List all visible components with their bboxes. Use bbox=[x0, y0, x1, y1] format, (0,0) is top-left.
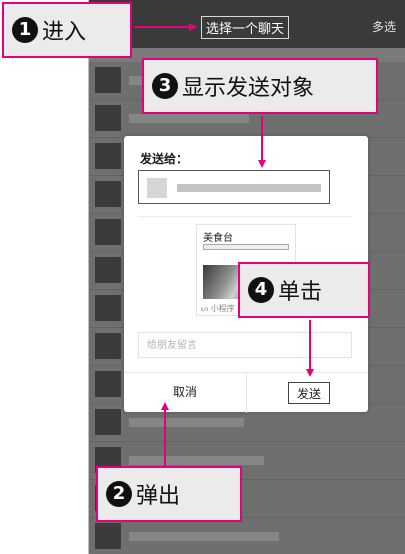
mini-program-icon: ᔕ bbox=[201, 304, 209, 313]
send-button[interactable]: 发送 bbox=[288, 382, 330, 404]
step-number: 4 bbox=[248, 277, 274, 303]
card-footer: ᔕ 小程序 bbox=[201, 303, 235, 314]
card-footer-label: 小程序 bbox=[210, 304, 235, 313]
cancel-button[interactable]: 取消 bbox=[124, 383, 246, 400]
step-number: 2 bbox=[106, 481, 132, 507]
top-bar: 选择一个聊天 多选 bbox=[89, 0, 405, 48]
chat-list-item[interactable] bbox=[89, 518, 405, 554]
avatar bbox=[95, 105, 121, 131]
chat-name bbox=[129, 418, 244, 427]
callout-step-4: 4 单击 bbox=[238, 262, 370, 318]
chat-name bbox=[129, 456, 264, 465]
dialog-buttons: 取消 发送 bbox=[124, 372, 368, 413]
card-title: 美食台 bbox=[203, 233, 233, 244]
recipient-avatar bbox=[147, 178, 167, 198]
avatar bbox=[95, 257, 121, 283]
avatar bbox=[95, 143, 121, 169]
message-input[interactable] bbox=[147, 338, 343, 353]
avatar bbox=[95, 371, 121, 397]
divider bbox=[138, 216, 352, 217]
recipient-name bbox=[177, 184, 321, 192]
callout-text: 弹出 bbox=[136, 484, 181, 509]
card-search-bar bbox=[203, 244, 289, 250]
callout-text: 单击 bbox=[278, 280, 323, 305]
message-field[interactable] bbox=[138, 332, 352, 358]
dialog-title: 发送给： bbox=[140, 152, 189, 166]
avatar bbox=[95, 295, 121, 321]
avatar bbox=[95, 67, 121, 93]
multi-select-button[interactable]: 多选 bbox=[372, 18, 396, 35]
avatar bbox=[95, 523, 121, 549]
avatar bbox=[95, 181, 121, 207]
callout-text: 进入 bbox=[42, 20, 87, 45]
callout-step-2: 2 弹出 bbox=[96, 466, 242, 522]
chat-name bbox=[129, 114, 249, 123]
avatar bbox=[95, 333, 121, 359]
avatar bbox=[95, 409, 121, 435]
callout-step-1: 1 进入 bbox=[2, 2, 132, 58]
step-number: 1 bbox=[12, 17, 38, 43]
chat-name bbox=[129, 532, 279, 541]
button-divider bbox=[246, 373, 247, 413]
recipient-box bbox=[138, 170, 330, 204]
avatar bbox=[95, 219, 121, 245]
callout-text: 显示发送对象 bbox=[182, 76, 315, 101]
page-title: 选择一个聊天 bbox=[201, 16, 290, 39]
callout-step-3: 3 显示发送对象 bbox=[142, 58, 378, 114]
step-number: 3 bbox=[152, 73, 178, 99]
